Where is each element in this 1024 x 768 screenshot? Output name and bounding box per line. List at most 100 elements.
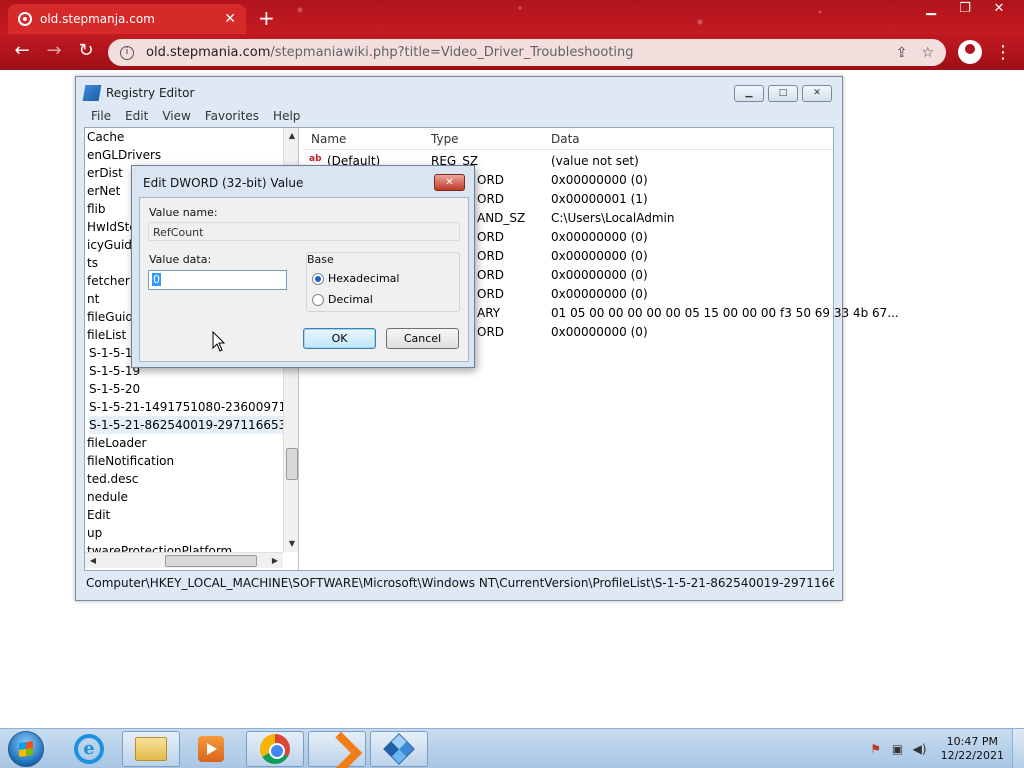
taskbar-media-player[interactable] <box>182 731 240 767</box>
scroll-down-arrow-icon[interactable]: ▼ <box>284 536 298 552</box>
tree-item[interactable]: ts <box>87 254 98 272</box>
taskbar-file-explorer[interactable] <box>122 731 180 767</box>
url-host: old.stepmania.com <box>146 45 271 60</box>
decimal-radio[interactable]: Decimal <box>312 293 462 306</box>
tree-item[interactable]: fileNotification <box>87 452 174 470</box>
regedit-window-controls: ▁ □ ✕ <box>734 85 832 102</box>
tree-item[interactable]: up <box>87 524 102 542</box>
tree-item[interactable]: flib <box>87 200 106 218</box>
column-header-data[interactable]: Data <box>551 132 580 146</box>
menu-view[interactable]: View <box>155 108 197 124</box>
scroll-right-arrow-icon[interactable]: ▶ <box>267 553 283 569</box>
windows-logo-icon <box>8 731 44 767</box>
new-tab-button[interactable]: + <box>258 6 275 30</box>
bookmark-star-icon[interactable]: ☆ <box>921 45 934 61</box>
clock-time: 10:47 PM <box>946 735 998 748</box>
regedit-menubar: File Edit View Favorites Help <box>84 108 307 124</box>
regedit-maximize-button[interactable]: □ <box>768 85 798 102</box>
tree-item[interactable]: fileLoader <box>87 434 146 452</box>
menu-help[interactable]: Help <box>266 108 307 124</box>
tree-item[interactable]: nt <box>87 290 99 308</box>
folder-icon <box>135 737 167 761</box>
cancel-button[interactable]: Cancel <box>386 328 459 349</box>
value-data: 0x00000000 (0) <box>551 230 648 244</box>
internet-explorer-icon: e <box>74 734 104 764</box>
value-data: 01 05 00 00 00 00 00 05 15 00 00 00 f3 5… <box>551 306 899 320</box>
tab-close-icon[interactable]: ✕ <box>224 11 236 27</box>
horizontal-scroll-thumb[interactable] <box>165 555 257 567</box>
value-type: ORD <box>477 268 505 282</box>
dialog-close-button[interactable]: ✕ <box>434 174 465 191</box>
menu-edit[interactable]: Edit <box>118 108 155 124</box>
start-button[interactable] <box>4 729 48 768</box>
volume-icon[interactable]: ◀) <box>913 742 927 756</box>
forward-arrow-icon[interactable]: → <box>42 40 66 61</box>
tree-item[interactable]: S-1-5-21-1491751080-2360097156-17 <box>89 398 298 416</box>
browser-window-controls: ▁ ❐ ✕ <box>914 0 1016 18</box>
tree-item[interactable]: S-1-5-20 <box>89 380 140 398</box>
tree-item[interactable]: fetcher <box>87 272 130 290</box>
browser-tab[interactable]: old.stepmanja.com ✕ <box>8 4 246 34</box>
site-info-icon[interactable]: i <box>120 45 134 60</box>
registry-editor-icon <box>383 733 415 765</box>
reload-icon[interactable]: ↻ <box>74 40 98 61</box>
scroll-up-arrow-icon[interactable]: ▲ <box>284 128 298 144</box>
taskbar-internet-explorer[interactable]: e <box>60 731 118 767</box>
tree-item[interactable]: enGLDrivers <box>87 146 161 164</box>
value-data: 0x00000000 (0) <box>551 268 648 282</box>
restore-button[interactable]: ❐ <box>948 0 982 18</box>
address-bar[interactable]: i old.stepmania.com/stepmaniawiki.php?ti… <box>108 39 946 66</box>
tree-item[interactable]: HwIdSto <box>87 218 137 236</box>
column-header-name[interactable]: Name <box>311 132 346 146</box>
back-arrow-icon[interactable]: ← <box>10 40 34 61</box>
tree-item[interactable]: Edit <box>87 506 110 524</box>
decimal-label: Decimal <box>328 293 373 306</box>
tree-item[interactable]: erDist <box>87 164 123 182</box>
hexadecimal-radio[interactable]: Hexadecimal <box>312 272 462 285</box>
column-header-type[interactable]: Type <box>431 132 459 146</box>
tree-item[interactable]: icyGuid <box>87 236 132 254</box>
dialog-title: Edit DWORD (32-bit) Value <box>143 176 304 190</box>
tree-item-selected[interactable]: S-1-5-21-862540019-2971166539-309 <box>89 416 298 434</box>
action-center-flag-icon[interactable]: ⚑ <box>869 742 883 756</box>
value-data: C:\Users\LocalAdmin <box>551 211 675 225</box>
tree-item[interactable]: erNet <box>87 182 120 200</box>
chrome-icon <box>260 734 290 764</box>
tree-horizontal-scrollbar[interactable]: ◀ ▶ <box>85 552 283 568</box>
system-tray: ⚑ ▣ ◀) 10:47 PM 12/22/2021 <box>865 729 1024 768</box>
value-type: ORD <box>477 230 505 244</box>
value-data: 0x00000000 (0) <box>551 173 648 187</box>
regedit-close-button[interactable]: ✕ <box>802 85 832 102</box>
tab-title: old.stepmanja.com <box>40 12 155 26</box>
close-button[interactable]: ✕ <box>982 0 1016 18</box>
profile-avatar-icon[interactable] <box>958 40 982 64</box>
share-icon[interactable]: ⇪ <box>896 45 908 61</box>
menu-file[interactable]: File <box>84 108 118 124</box>
value-type: ARY <box>477 306 501 320</box>
network-icon[interactable]: ▣ <box>891 742 905 756</box>
tree-item[interactable]: Cache <box>87 128 124 146</box>
vertical-scroll-thumb[interactable] <box>286 448 298 480</box>
radio-unselected-icon <box>312 293 324 306</box>
scroll-left-arrow-icon[interactable]: ◀ <box>85 553 101 569</box>
tree-item[interactable]: ted.desc <box>87 470 138 488</box>
taskbar-registry-editor[interactable] <box>370 731 428 767</box>
tree-item[interactable]: fileGuid <box>87 308 133 326</box>
show-desktop-button[interactable] <box>1012 729 1024 768</box>
value-data-input[interactable]: 0 <box>148 270 287 290</box>
taskbar-stepmania[interactable] <box>308 731 366 767</box>
minimize-button[interactable]: ▁ <box>914 0 948 18</box>
taskbar-chrome[interactable] <box>246 731 304 767</box>
menu-favorites[interactable]: Favorites <box>198 108 266 124</box>
value-name-field: RefCount <box>148 222 460 241</box>
clock[interactable]: 10:47 PM 12/22/2021 <box>941 735 1004 763</box>
regedit-minimize-button[interactable]: ▁ <box>734 85 764 102</box>
value-type: AND_SZ <box>477 211 526 225</box>
string-value-icon: ab <box>309 154 322 164</box>
url-text[interactable]: old.stepmania.com/stepmaniawiki.php?titl… <box>146 45 882 60</box>
ok-button[interactable]: OK <box>303 328 376 349</box>
radio-selected-icon <box>312 272 324 285</box>
browser-menu-icon[interactable]: ⋮ <box>994 42 1012 63</box>
tree-item[interactable]: nedule <box>87 488 128 506</box>
tree-item[interactable]: fileList <box>87 326 126 344</box>
